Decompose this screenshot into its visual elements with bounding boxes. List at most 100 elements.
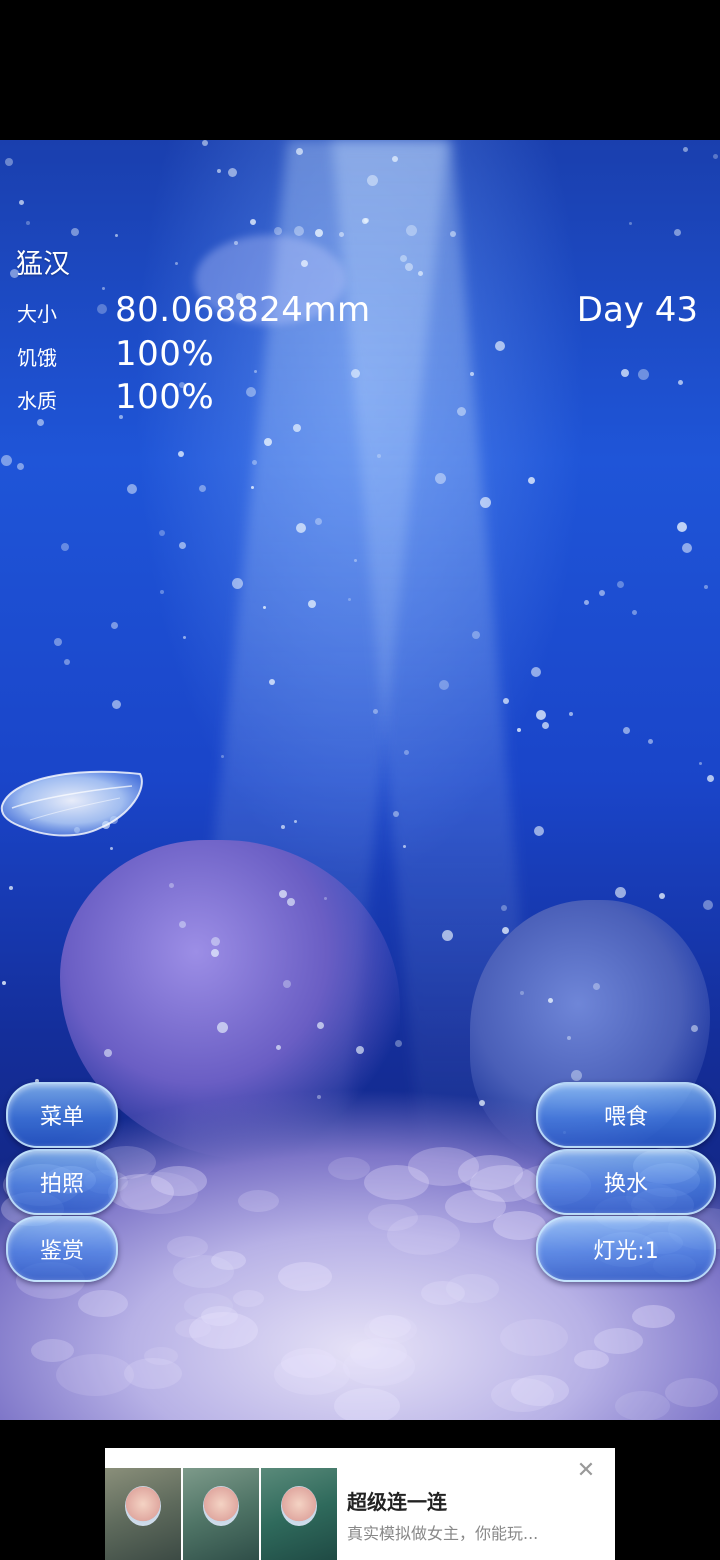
pebble [408, 1147, 479, 1186]
water-quality-label: 水质 [17, 389, 57, 413]
particle [293, 424, 301, 432]
particle [517, 728, 521, 732]
particle [19, 200, 24, 205]
close-icon[interactable]: ✕ [575, 1460, 597, 1482]
particle [621, 369, 629, 377]
pebble [328, 1157, 370, 1180]
ad-banner[interactable]: 超级连一连 真实模拟做女主，你能玩... ✕ [105, 1448, 615, 1560]
particle [246, 387, 256, 397]
particle [528, 477, 535, 484]
ad-title: 超级连一连 [347, 1490, 447, 1514]
pebble [173, 1255, 234, 1288]
particle [169, 883, 174, 888]
particle [211, 949, 219, 957]
particle [301, 260, 308, 267]
particle [159, 530, 165, 536]
pebble [632, 1305, 675, 1328]
baby-image [281, 1486, 317, 1526]
light-button[interactable]: 灯光:1 [536, 1216, 716, 1282]
size-label: 大小 [17, 302, 57, 326]
particle [269, 679, 275, 685]
particle [17, 463, 24, 470]
particle [228, 168, 237, 177]
particle [501, 905, 507, 911]
particle [632, 610, 637, 615]
particle [179, 921, 186, 928]
particle [26, 221, 30, 225]
particle [629, 222, 632, 225]
pebble [368, 1204, 418, 1231]
particle [569, 712, 573, 716]
particle [699, 762, 702, 765]
particle [593, 983, 600, 990]
ad-thumbnail [183, 1468, 259, 1560]
hunger-label: 饥饿 [17, 346, 57, 370]
particle [283, 980, 291, 988]
particle [179, 542, 186, 549]
gallery-button[interactable]: 鉴赏 [6, 1216, 118, 1282]
particle [548, 998, 553, 1003]
particle [54, 638, 62, 646]
particle [442, 930, 453, 941]
feed-button[interactable]: 喂食 [536, 1082, 716, 1148]
particle [9, 886, 13, 890]
particle [315, 229, 323, 237]
particle [623, 727, 630, 734]
particle [211, 937, 220, 946]
particle [542, 722, 549, 729]
particle [221, 755, 224, 758]
pebble [238, 1190, 279, 1212]
particle [377, 454, 381, 458]
particle [393, 811, 399, 817]
menu-button[interactable]: 菜单 [6, 1082, 118, 1148]
particle [418, 271, 423, 276]
jellyfish[interactable] [0, 768, 146, 838]
particle [276, 1045, 281, 1050]
particle [703, 900, 713, 910]
particle [71, 228, 79, 236]
particle [615, 887, 626, 898]
particle [37, 419, 44, 426]
particle [495, 341, 505, 351]
particle [217, 169, 221, 173]
ad-thumbnail [105, 1468, 181, 1560]
particle [2, 981, 6, 985]
particle [1, 455, 12, 466]
particle [567, 1036, 571, 1040]
particle [502, 927, 509, 934]
particle [534, 826, 544, 836]
pebble [491, 1378, 554, 1412]
pebble [446, 1274, 499, 1303]
particle [648, 739, 653, 744]
particle [287, 898, 295, 906]
particle [367, 175, 378, 186]
photo-button[interactable]: 拍照 [6, 1149, 118, 1215]
particle [317, 1095, 321, 1099]
particle [279, 890, 287, 898]
particle [406, 225, 417, 236]
particle [264, 438, 272, 446]
pebble [124, 1358, 182, 1389]
change-water-button[interactable]: 换水 [536, 1149, 716, 1215]
particle [199, 485, 206, 492]
particle [102, 287, 105, 290]
pebble [278, 1262, 332, 1291]
particle [707, 775, 714, 782]
particle [571, 1070, 582, 1081]
particle [232, 578, 243, 589]
particle [691, 1025, 698, 1032]
particle [97, 304, 107, 314]
particle [160, 590, 164, 594]
pebble [334, 1388, 400, 1420]
particle [251, 486, 254, 489]
particle [178, 451, 184, 457]
pebble [500, 1319, 568, 1356]
pebble [151, 1166, 207, 1196]
particle [315, 518, 322, 525]
pebble [31, 1339, 74, 1362]
particle [183, 636, 186, 639]
pebble [665, 1378, 718, 1407]
particle [659, 893, 665, 899]
water-quality-value: 100% [115, 377, 215, 417]
particle [404, 750, 409, 755]
